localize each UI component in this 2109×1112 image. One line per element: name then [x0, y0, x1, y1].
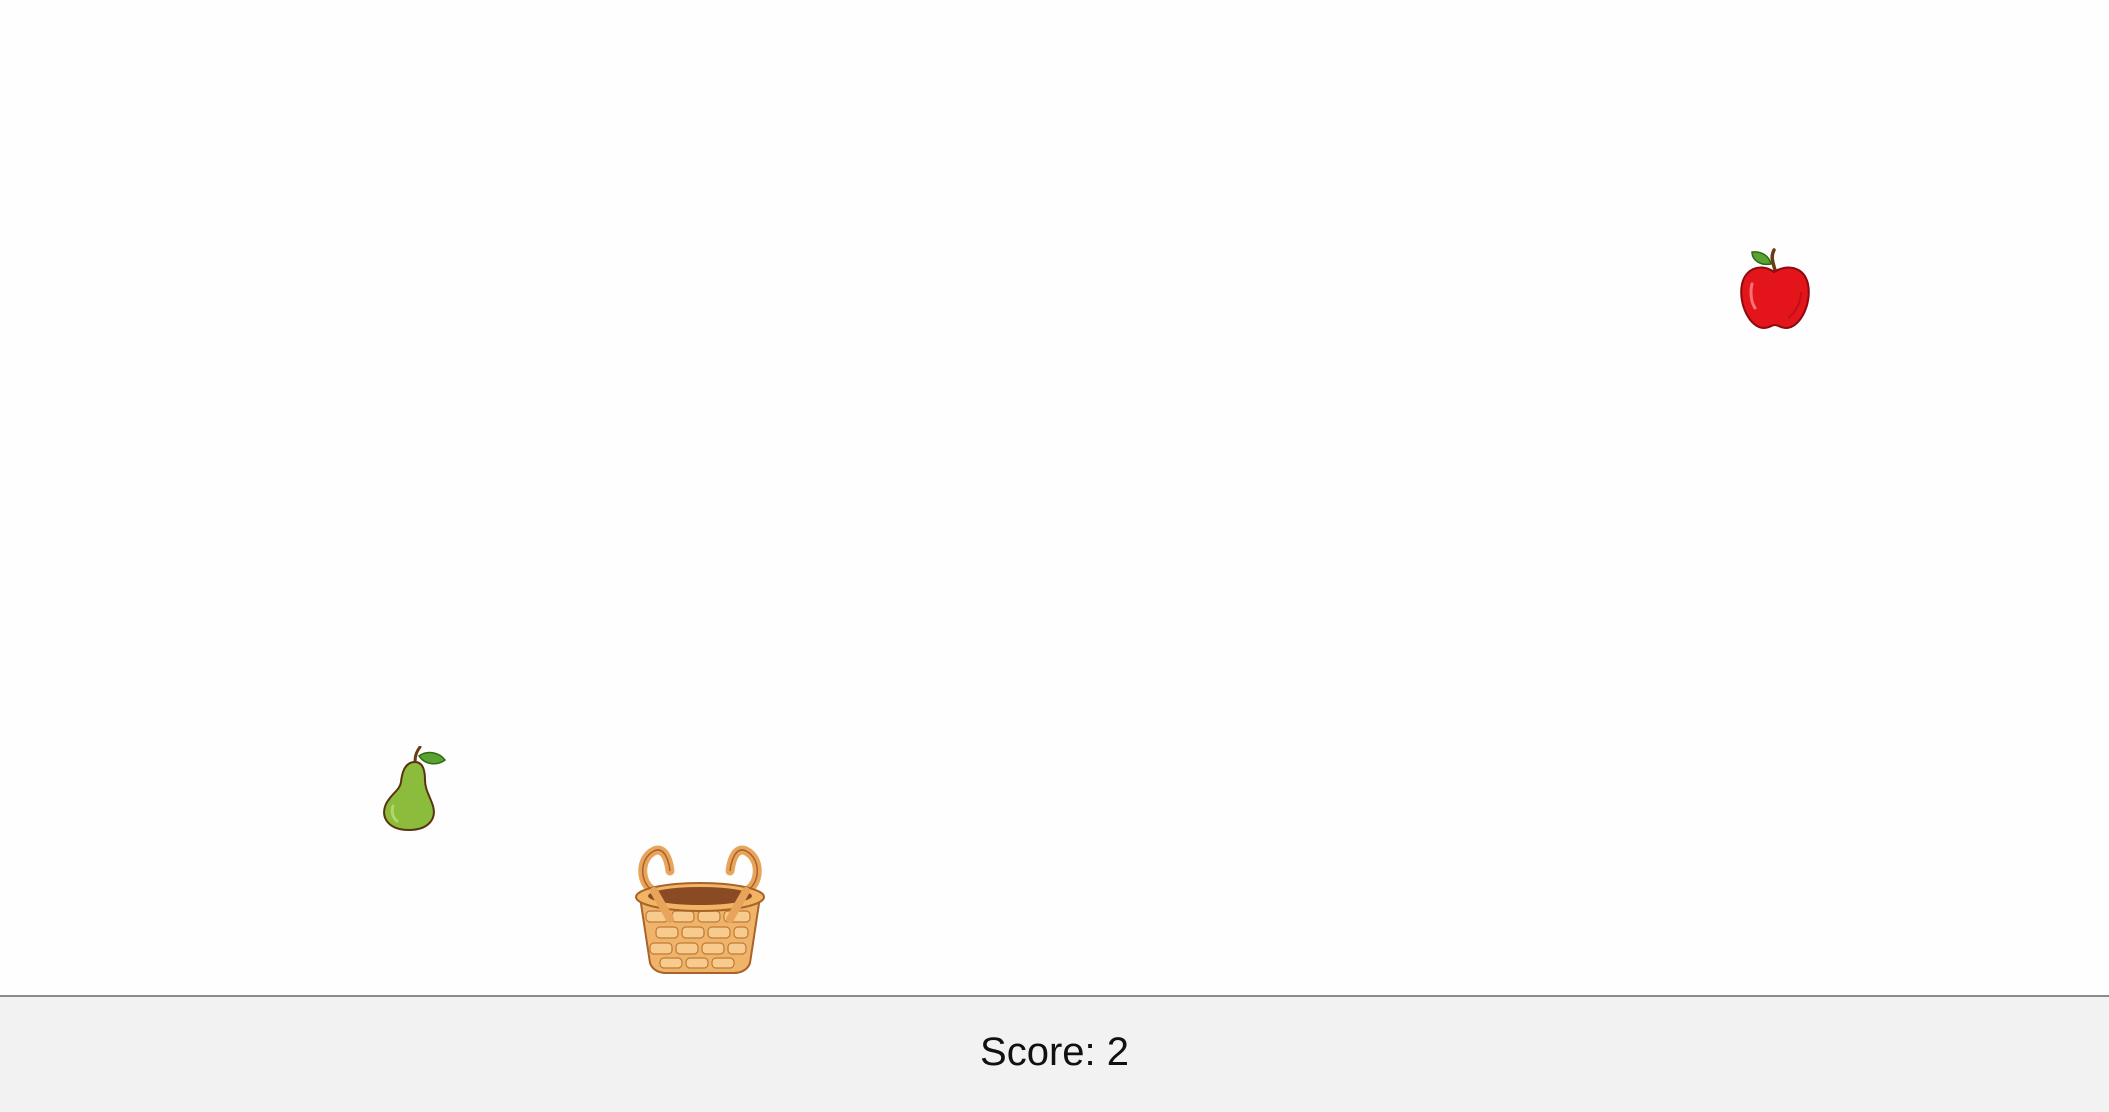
game-window: Score: 2: [0, 0, 2109, 1112]
score-bar: Score: 2: [0, 995, 2109, 1112]
pear-icon: [383, 746, 447, 831]
apple-icon: [1740, 248, 1810, 330]
play-area[interactable]: [0, 0, 2109, 995]
basket-icon: [635, 845, 765, 974]
score-label: Score: 2: [980, 1030, 1129, 1074]
